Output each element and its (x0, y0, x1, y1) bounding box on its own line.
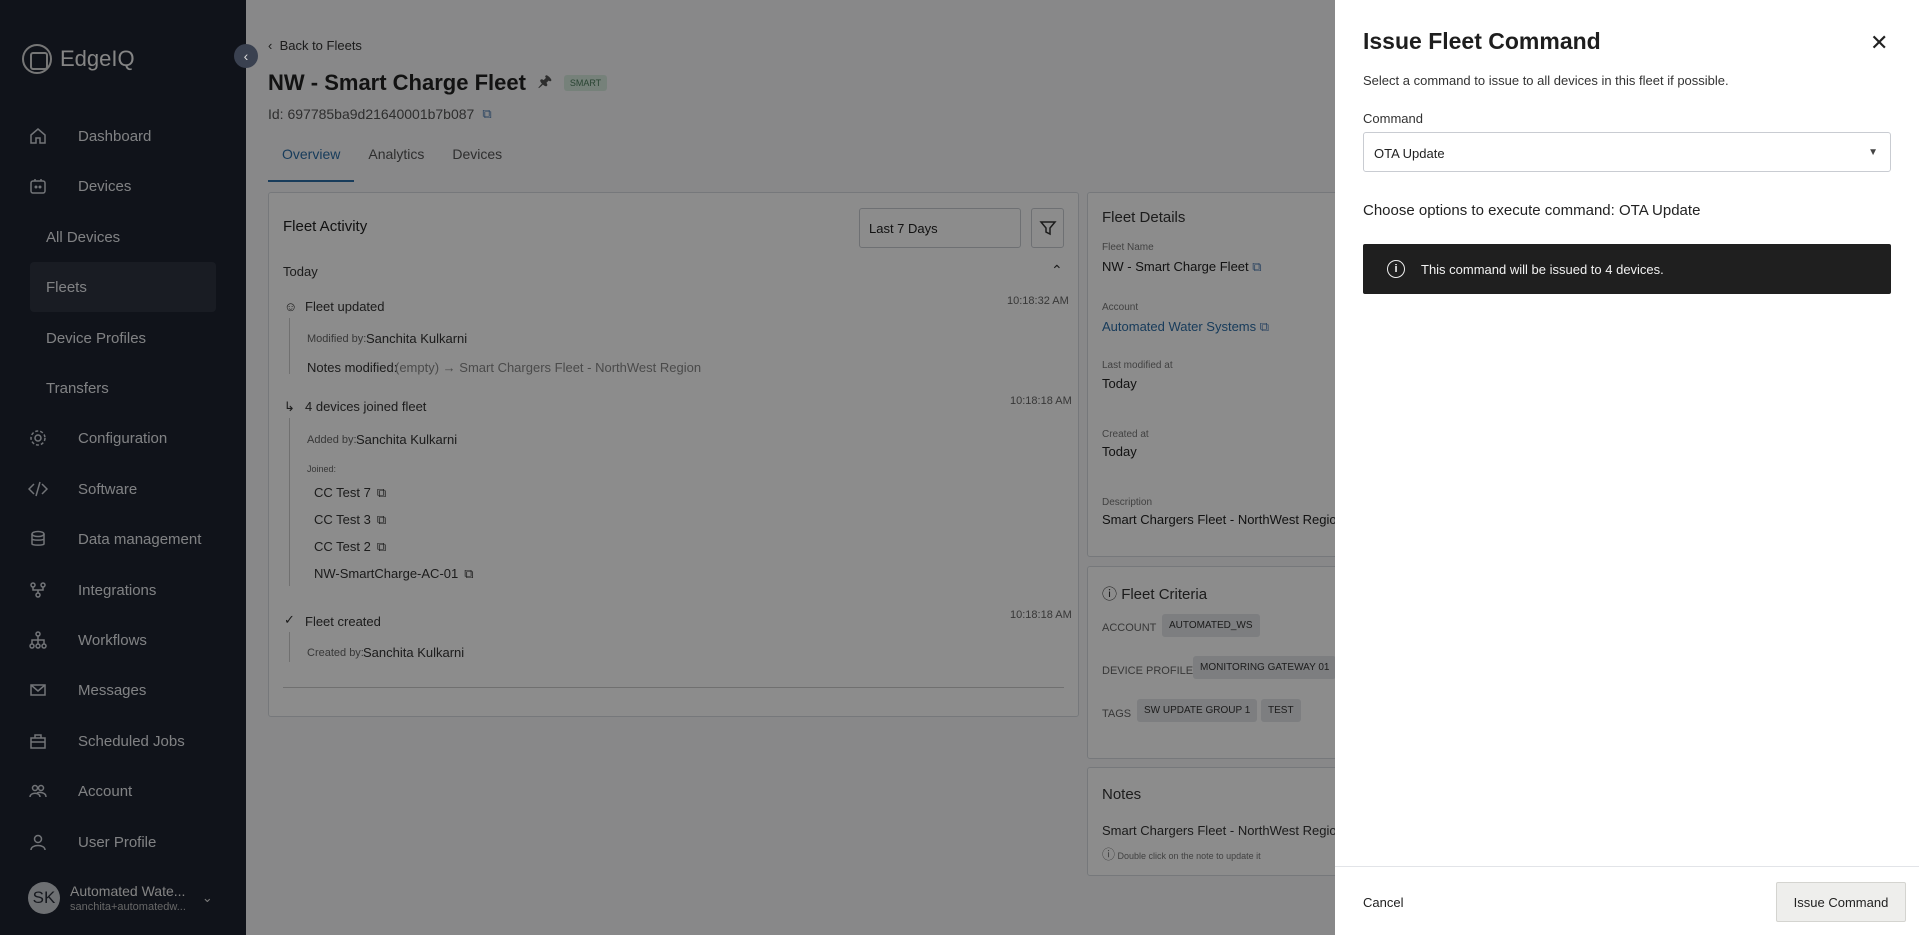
issue-fleet-command-drawer: Issue Fleet Command ✕ Select a command t… (1335, 0, 1919, 935)
close-icon[interactable]: ✕ (1870, 30, 1888, 56)
caret-down-icon: ▼ (1868, 147, 1878, 158)
issue-command-button[interactable]: Issue Command (1776, 882, 1906, 922)
command-select[interactable]: OTA Update ▼ (1363, 132, 1891, 172)
sidebar-overlay (0, 0, 246, 935)
cancel-button[interactable]: Cancel (1363, 895, 1403, 910)
drawer-title: Issue Fleet Command (1363, 28, 1601, 54)
modal-backdrop[interactable] (246, 0, 1336, 935)
collapse-sidebar-button[interactable]: ‹ (234, 44, 258, 68)
info-icon: i (1387, 260, 1405, 278)
command-options-title: Choose options to execute command: OTA U… (1363, 202, 1701, 219)
drawer-footer: Cancel Issue Command (1335, 866, 1919, 935)
sidebar: EdgeIQ Dashboard Devices All Devices Fle… (0, 0, 246, 935)
drawer-subtitle: Select a command to issue to all devices… (1363, 73, 1729, 88)
command-label: Command (1363, 111, 1423, 126)
command-select-value: OTA Update (1374, 146, 1445, 161)
info-banner-text: This command will be issued to 4 devices… (1421, 261, 1664, 277)
info-banner: i This command will be issued to 4 devic… (1363, 244, 1891, 294)
